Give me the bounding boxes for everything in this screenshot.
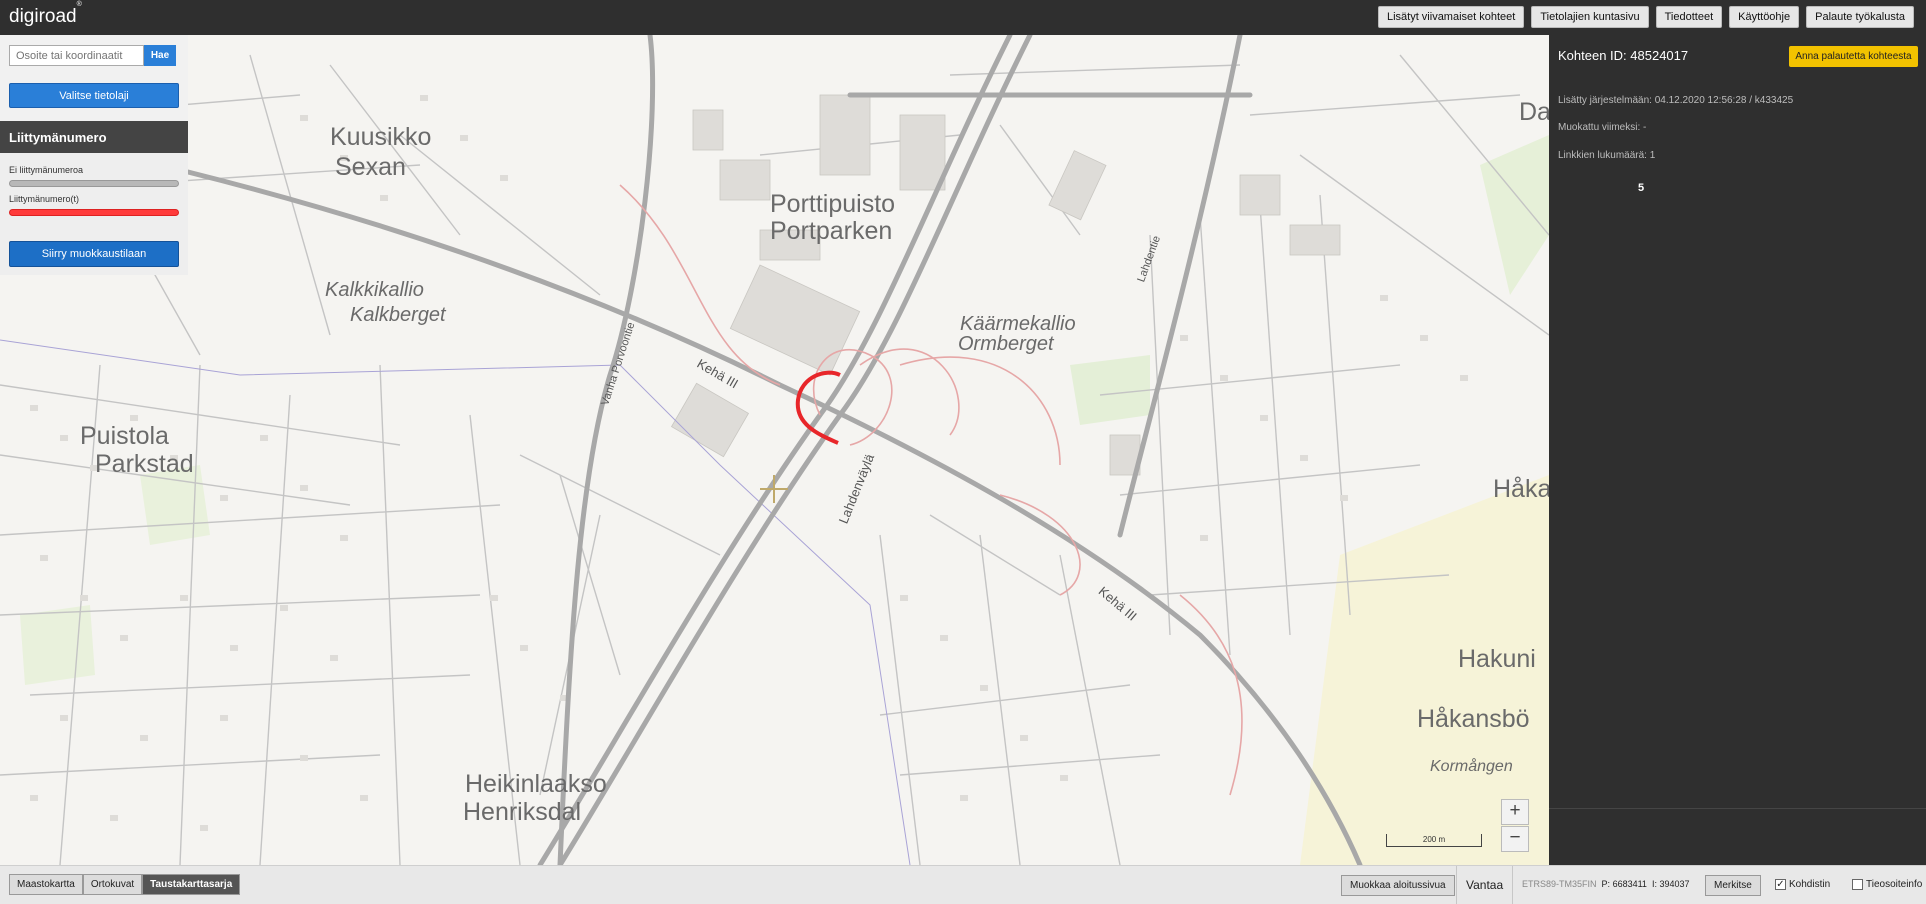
- added-info: Lisätty järjestelmään: 04.12.2020 12:56:…: [1558, 95, 1794, 106]
- modified-info: Muokattu viimeksi: -: [1558, 122, 1647, 133]
- nav-linear-features-button[interactable]: Lisätyt viivamaiset kohteet: [1377, 6, 1525, 28]
- map-place-label: Henriksdal: [463, 798, 582, 826]
- legend-title: Liittymänumero: [0, 121, 188, 153]
- edit-start-page-button[interactable]: Muokkaa aloitussivua: [1341, 875, 1455, 896]
- map-place-label: Portparken: [770, 217, 893, 245]
- coordinate-readout: ETRS89-TM35FIN P: 6683411 I: 394037: [1522, 879, 1690, 889]
- panel-divider: [1549, 808, 1926, 809]
- checkbox-icon[interactable]: [1852, 879, 1863, 890]
- zoom-in-button[interactable]: +: [1501, 799, 1529, 825]
- app-logo[interactable]: digiroad®: [9, 1, 82, 28]
- edit-mode-button[interactable]: Siirry muokkaustilaan: [9, 241, 179, 267]
- nav-municipality-page-button[interactable]: Tietolajien kuntasivu: [1531, 6, 1649, 28]
- crs-label: ETRS89-TM35FIN: [1522, 879, 1597, 889]
- map-place-label: Sexan: [335, 153, 406, 181]
- map-place-label: Heikinlaakso: [465, 770, 607, 798]
- map-place-label: Hakuni: [1458, 645, 1536, 673]
- bottom-bar: Maastokartta Ortokuvat Taustakarttasarja…: [0, 865, 1926, 904]
- map-place-label: Kalkberget: [350, 304, 446, 326]
- map-place-label: Ormberget: [958, 333, 1054, 355]
- feature-feedback-button[interactable]: Anna palautetta kohteesta: [1789, 46, 1918, 67]
- nav-user-guide-button[interactable]: Käyttöohje: [1729, 6, 1800, 28]
- map-place-label: Puistola: [80, 422, 169, 450]
- legend-label: Ei liittymänumeroa: [9, 165, 84, 175]
- digiroad-app: Kuusikko Sexan Porttipuisto Portparken K…: [0, 0, 1926, 904]
- bottom-divider: [1512, 866, 1513, 904]
- feature-id-title: Kohteen ID: 48524017: [1558, 48, 1689, 63]
- coord-p-value: 6683411: [1612, 879, 1647, 889]
- map-place-label: Dal: [1519, 98, 1549, 126]
- road-address-toggle[interactable]: Tieosoiteinfo: [1852, 879, 1922, 890]
- coord-i-value: 394037: [1659, 879, 1690, 889]
- bg-terrain-button[interactable]: Maastokartta: [9, 874, 83, 895]
- top-bar: digiroad® Lisätyt viivamaiset kohteet Ti…: [0, 0, 1926, 35]
- legend-swatch-gray: [9, 180, 179, 187]
- bg-ortho-button[interactable]: Ortokuvat: [82, 874, 143, 895]
- municipality-name: Vantaa: [1466, 878, 1504, 892]
- legend-swatch-red: [9, 209, 179, 216]
- junction-number-value: 5: [1638, 182, 1645, 194]
- map-place-label: Kormången: [1430, 758, 1513, 775]
- map-place-label: Håkansbö: [1417, 705, 1530, 733]
- map-place-label: Kuusikko: [330, 123, 432, 151]
- crosshair-toggle[interactable]: ✓ Kohdistin: [1775, 879, 1830, 890]
- top-navigation: Lisätyt viivamaiset kohteet Tietolajien …: [1377, 6, 1914, 28]
- nav-feedback-button[interactable]: Palaute työkalusta: [1806, 6, 1914, 28]
- mark-button[interactable]: Merkitse: [1705, 875, 1761, 896]
- map-view[interactable]: Kuusikko Sexan Porttipuisto Portparken K…: [0, 35, 1549, 865]
- checkbox-checked-icon[interactable]: ✓: [1775, 879, 1786, 890]
- scale-bar: 200 m: [1386, 834, 1482, 847]
- zoom-out-button[interactable]: −: [1501, 826, 1529, 852]
- left-panel: Hae Valitse tietolaji Liittymänumero Ei …: [0, 35, 188, 275]
- map-place-label: Håka: [1493, 475, 1549, 503]
- detail-panel: Kohteen ID: 48524017 Anna palautetta koh…: [1549, 35, 1926, 865]
- search-button[interactable]: Hae: [144, 45, 176, 66]
- map-canvas[interactable]: [0, 35, 1549, 865]
- legend-label: Liittymänumero(t): [9, 194, 80, 204]
- map-place-label: Kalkkikallio: [325, 279, 424, 301]
- link-count-info: Linkkien lukumäärä: 1: [1558, 150, 1656, 161]
- select-layer-button[interactable]: Valitse tietolaji: [9, 83, 179, 108]
- bottom-divider: [1456, 866, 1457, 904]
- background-map-switcher: Maastokartta Ortokuvat Taustakarttasarja: [9, 874, 241, 895]
- nav-announcements-button[interactable]: Tiedotteet: [1655, 6, 1723, 28]
- map-place-label: Porttipuisto: [770, 190, 896, 218]
- map-place-label: Parkstad: [95, 450, 194, 478]
- search-bar: Hae: [9, 45, 176, 66]
- search-input[interactable]: [9, 45, 144, 66]
- bg-background-series-button[interactable]: Taustakarttasarja: [142, 874, 241, 895]
